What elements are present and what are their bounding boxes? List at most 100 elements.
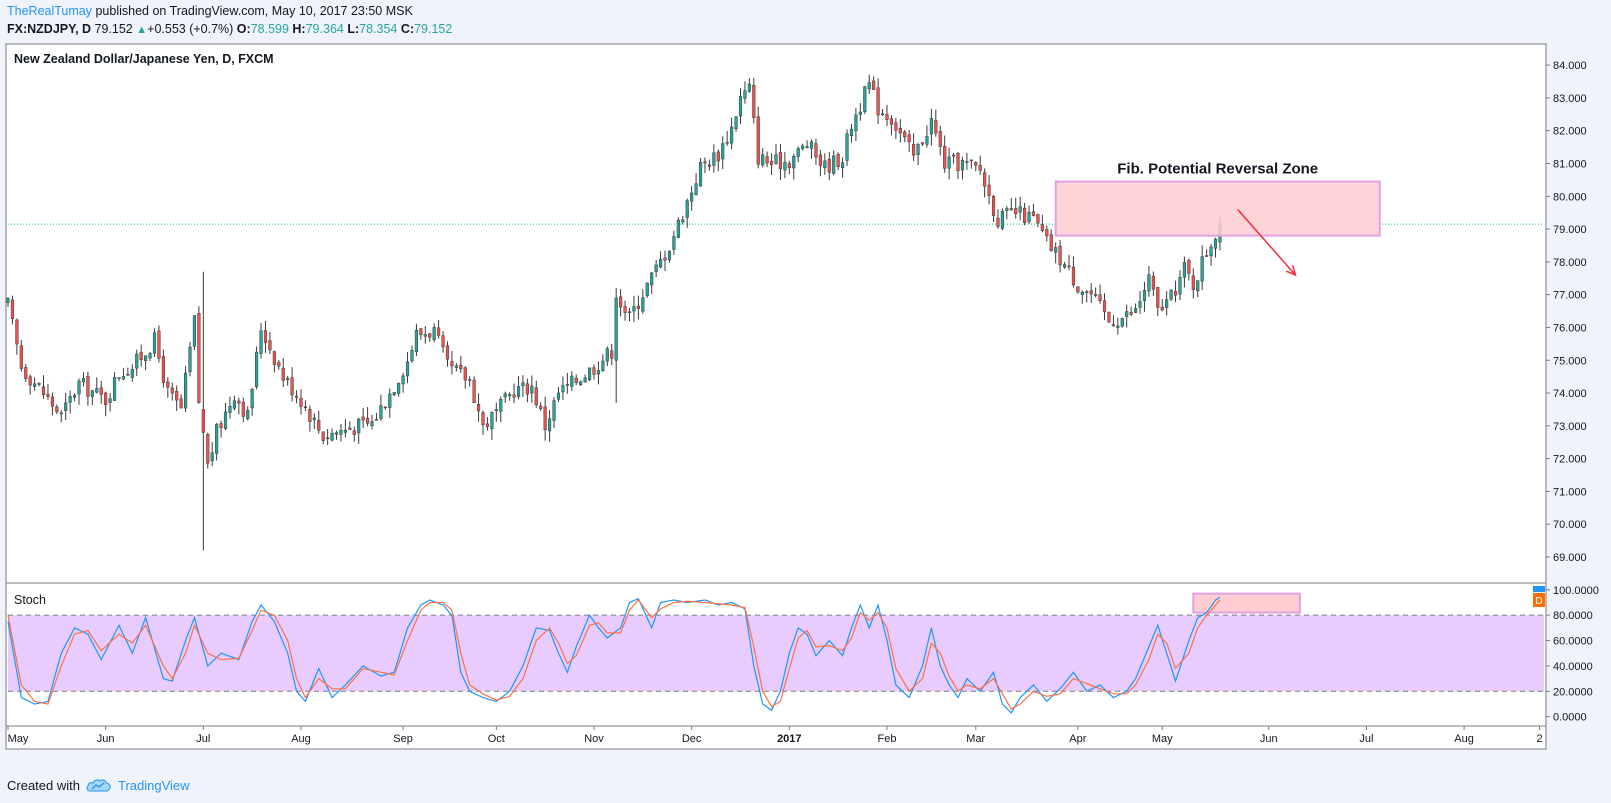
candle-body xyxy=(126,373,130,376)
candle-body xyxy=(330,432,334,441)
candle-body xyxy=(1173,291,1178,296)
candle-body xyxy=(823,160,827,168)
stoch-band xyxy=(8,615,1544,692)
candle-body xyxy=(579,381,583,385)
candle-body xyxy=(983,172,987,187)
candle-body xyxy=(1129,312,1133,315)
time-tick-label: May xyxy=(1152,733,1173,745)
candle-body xyxy=(485,423,490,427)
time-tick-label: May xyxy=(8,733,29,745)
candle-body xyxy=(1200,256,1204,282)
candle-body xyxy=(681,219,685,223)
candle-body xyxy=(1111,324,1115,327)
candle-body xyxy=(445,345,450,360)
candle-body xyxy=(601,360,605,371)
candle-body xyxy=(117,377,121,379)
candle-body xyxy=(472,379,476,404)
candle-body xyxy=(605,348,609,362)
candle-body xyxy=(343,429,347,433)
candle-body xyxy=(947,156,951,169)
candle-body xyxy=(1014,208,1018,215)
candle-body xyxy=(548,418,552,432)
candle-body xyxy=(516,386,521,397)
price-tick-label: 76.000 xyxy=(1553,322,1587,334)
candle-body xyxy=(348,427,352,430)
candle-body xyxy=(574,377,578,384)
candle-body xyxy=(1125,311,1129,317)
candle-body xyxy=(867,82,871,90)
candle-body xyxy=(667,250,672,261)
candle-body xyxy=(1089,290,1093,295)
candle-body xyxy=(956,153,960,172)
candle-body xyxy=(161,356,165,383)
candle-body xyxy=(694,183,698,196)
candle-body xyxy=(494,409,498,412)
candle-body xyxy=(210,452,214,462)
candle-body xyxy=(139,351,143,361)
candle-body xyxy=(965,161,969,163)
time-tick-label: Aug xyxy=(1454,733,1474,745)
candle-body xyxy=(206,434,210,464)
candle-body xyxy=(929,118,933,135)
candle-body xyxy=(707,164,711,167)
candle-body xyxy=(712,152,716,166)
candle-body xyxy=(903,131,907,138)
candle-body xyxy=(845,133,849,161)
stoch-tick-label: 60.0000 xyxy=(1553,636,1593,648)
open-label: O: xyxy=(236,22,251,36)
candle-body xyxy=(1005,208,1009,211)
candle-body xyxy=(1120,318,1124,327)
candle-body xyxy=(1160,306,1164,311)
candle-body xyxy=(361,416,365,421)
candle-body xyxy=(1094,294,1098,296)
candle-body xyxy=(481,412,485,425)
candle-body xyxy=(894,122,898,131)
candle-body xyxy=(175,390,179,401)
candle-body xyxy=(232,400,236,409)
candle-body xyxy=(277,362,281,367)
candle-body xyxy=(1031,211,1036,216)
candle-body xyxy=(1023,207,1027,223)
candle-body xyxy=(872,80,876,90)
candle-body xyxy=(1182,262,1186,278)
candle-body xyxy=(410,350,414,362)
up-arrow-icon: ▲ xyxy=(136,24,148,36)
candle-body xyxy=(698,162,703,187)
candle-body xyxy=(1151,275,1155,290)
price-tick-label: 78.000 xyxy=(1553,257,1587,269)
candle-body xyxy=(437,327,441,336)
candle-body xyxy=(450,361,454,367)
candle-body xyxy=(64,402,68,412)
candle-body xyxy=(632,306,636,312)
candle-body xyxy=(987,184,991,197)
tradingview-link[interactable]: TradingView xyxy=(118,778,190,793)
candle-body xyxy=(476,404,481,412)
candle-body xyxy=(738,96,743,117)
candle-body xyxy=(1054,247,1058,253)
candle-body xyxy=(379,405,383,419)
price-tick-label: 77.000 xyxy=(1553,290,1587,302)
candle-body xyxy=(405,361,410,377)
price-tick-label: 82.000 xyxy=(1553,126,1587,138)
candle-body xyxy=(272,351,276,365)
candle-body xyxy=(1062,264,1067,268)
candle-body xyxy=(565,384,569,386)
candle-body xyxy=(836,154,840,168)
candle-body xyxy=(552,400,556,421)
candle-body xyxy=(1169,289,1173,300)
chart-area[interactable]: Fib. Potential Reversal Zone D May Jun Jul… xyxy=(0,40,1611,780)
author-link[interactable]: TheRealTumay xyxy=(7,4,92,18)
stoch-tick-label: 100.0000 xyxy=(1553,585,1599,597)
candle-body xyxy=(250,388,254,409)
candle-body xyxy=(219,423,223,429)
price-tick-label: 83.000 xyxy=(1553,93,1587,105)
candle-body xyxy=(68,396,72,403)
candle-body xyxy=(432,327,436,340)
time-tick-label: Aug xyxy=(291,733,311,745)
candle-body xyxy=(978,165,982,171)
candle-body xyxy=(539,405,543,409)
candle-body xyxy=(246,410,250,419)
candle-body xyxy=(41,386,46,395)
candle-body xyxy=(849,128,854,136)
last-price: 79.152 xyxy=(94,22,133,36)
